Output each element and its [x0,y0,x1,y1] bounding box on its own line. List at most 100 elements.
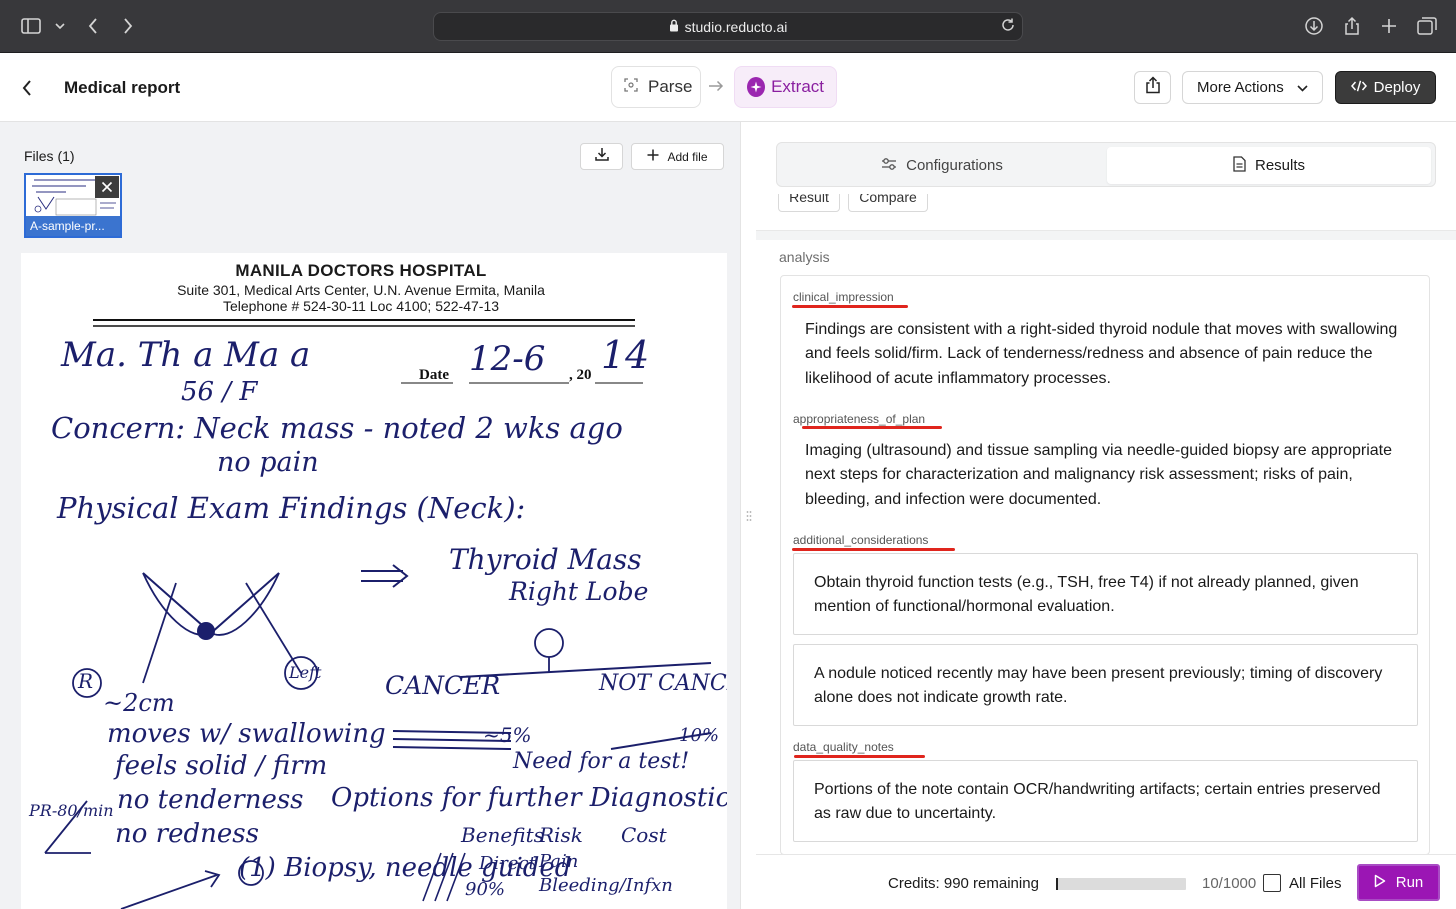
add-file-label: Add file [667,149,708,164]
list-item: Obtain thyroid function tests (e.g., TSH… [793,553,1418,635]
credits-remaining: Credits: 990 remaining [888,875,1039,892]
parse-step-label: Parse [648,77,693,96]
date-label: Date [419,367,449,383]
additional-consideration-text: Obtain thyroid function tests (e.g., TSH… [814,574,1359,616]
cancer-label: CANCER [385,671,501,700]
files-count-label: Files (1) [24,148,75,164]
pct-left: ~5% [483,723,532,747]
pct-90: 90% [465,879,506,900]
clinical-impression-text: Findings are consistent with a right-sid… [805,321,1398,387]
right-marker: R [78,669,94,693]
url-text: studio.reducto.ai [684,18,788,35]
list-item: Portions of the note contain OCR/handwri… [793,760,1418,842]
annotation-underline [792,305,908,308]
all-files-checkbox[interactable] [1263,874,1281,892]
browser-toolbar: studio.reducto.ai [0,0,1456,53]
left-marker: Left [289,663,322,682]
tab-configurations[interactable]: Configurations [781,147,1103,184]
analysis-section-label: analysis [779,249,830,265]
play-icon [1374,874,1386,892]
feels-note: feels solid / firm [115,751,328,781]
field-label-clinical-impression: clinical_impression [793,290,894,304]
patient-name: Ma. Th a Ma a [61,335,311,375]
forward-arrow-icon[interactable] [116,14,140,38]
no-tenderness: no tenderness [117,785,304,815]
appropriateness-of-plan-text: Imaging (ultrasound) and tissue sampling… [805,442,1393,508]
deploy-button[interactable]: Deploy [1335,71,1436,104]
bleeding-risk: Bleeding/Infxn [539,875,673,896]
no-redness: no redness [115,819,259,849]
remove-file-button[interactable] [95,176,119,198]
cost-col: Cost [621,823,667,847]
pane-resize-handle[interactable] [740,122,756,909]
address-bar[interactable]: studio.reducto.ai [433,12,1023,41]
list-item: A nodule noticed recently may have been … [793,644,1418,726]
parse-step-button[interactable]: Parse [611,66,701,108]
document-icon [1233,155,1246,176]
run-label: Run [1395,874,1424,891]
date-value: 12-6 [469,339,546,379]
field-label-additional-considerations: additional_considerations [793,533,929,547]
code-icon [1350,79,1367,96]
upload-icon [1145,76,1161,99]
new-tab-icon[interactable] [1377,14,1401,38]
annotation-underline [792,548,955,551]
age-sex: 56 / F [181,377,258,407]
download-icon[interactable] [1302,14,1326,38]
date-year-prefix: , 20 [569,367,592,383]
result-subtabs: Result Compare [778,194,978,214]
run-button[interactable]: Run [1357,864,1440,901]
back-arrow-icon[interactable] [81,14,105,38]
field-label-data-quality-notes: data_quality_notes [793,740,894,754]
add-file-button[interactable]: Add file [631,143,724,170]
tab-results-label: Results [1254,157,1306,174]
pct-right: 10% [679,725,720,746]
download-icon [594,147,609,166]
usage-progress-bar [1056,878,1186,890]
extract-step-button[interactable]: Extract [734,66,837,108]
arrow-right-icon [708,79,724,97]
sidebar-toggle-icon[interactable] [19,14,43,38]
export-button[interactable] [1134,71,1171,104]
sliders-icon [881,157,897,175]
tab-results[interactable]: Results [1107,147,1431,184]
download-files-button[interactable] [580,143,623,170]
document-preview: MANILA DOCTORS HOSPITAL Suite 301, Medic… [21,253,727,909]
moves-note: moves w/ swallowing [107,719,386,749]
document-pane: Files (1) Add file A-sample-pr... MANILA [0,122,740,909]
results-pane: Configurations Results Result Compare an… [756,122,1456,909]
reload-icon[interactable] [1000,17,1016,36]
sparkle-icon [747,77,766,97]
lock-icon [669,19,679,35]
back-button[interactable] [14,75,40,101]
view-tabs: Configurations Results [776,142,1436,187]
more-actions-label: More Actions [1197,79,1284,96]
annotation-underline [794,755,925,758]
pe-heading: Physical Exam Findings (Neck): [57,491,526,525]
risk-col: Risk [539,823,583,847]
size-note: ~2cm [103,689,175,717]
parse-icon [624,77,638,97]
tab-configurations-label: Configurations [906,157,1003,174]
not-cancer-label: NOT CANCER [599,671,727,696]
concern-line: Concern: Neck mass - noted 2 wks ago [51,411,623,445]
more-actions-dropdown[interactable]: More Actions [1182,71,1323,104]
file-thumbnail[interactable]: A-sample-pr... [24,173,122,238]
no-pain: no pain [217,447,319,478]
chevron-down-icon[interactable] [48,14,72,38]
chevron-left-icon [22,80,31,96]
plus-icon [647,149,659,164]
subtab-result[interactable]: Result [778,194,840,212]
app-header: Medical report Parse Extract More Action… [0,53,1456,122]
chevron-down-icon [1297,79,1308,96]
need-test: Need for a test! [513,749,690,774]
usage-count: 10/1000 [1202,875,1257,892]
vitals-note: PR-80/min [29,801,114,820]
deploy-label: Deploy [1373,79,1421,96]
right-lobe: Right Lobe [509,577,649,606]
subtab-compare[interactable]: Compare [848,194,928,212]
all-files-label: All Files [1289,875,1342,892]
share-icon[interactable] [1340,14,1364,38]
tab-overview-icon[interactable] [1415,14,1439,38]
extract-step-label: Extract [771,77,824,96]
